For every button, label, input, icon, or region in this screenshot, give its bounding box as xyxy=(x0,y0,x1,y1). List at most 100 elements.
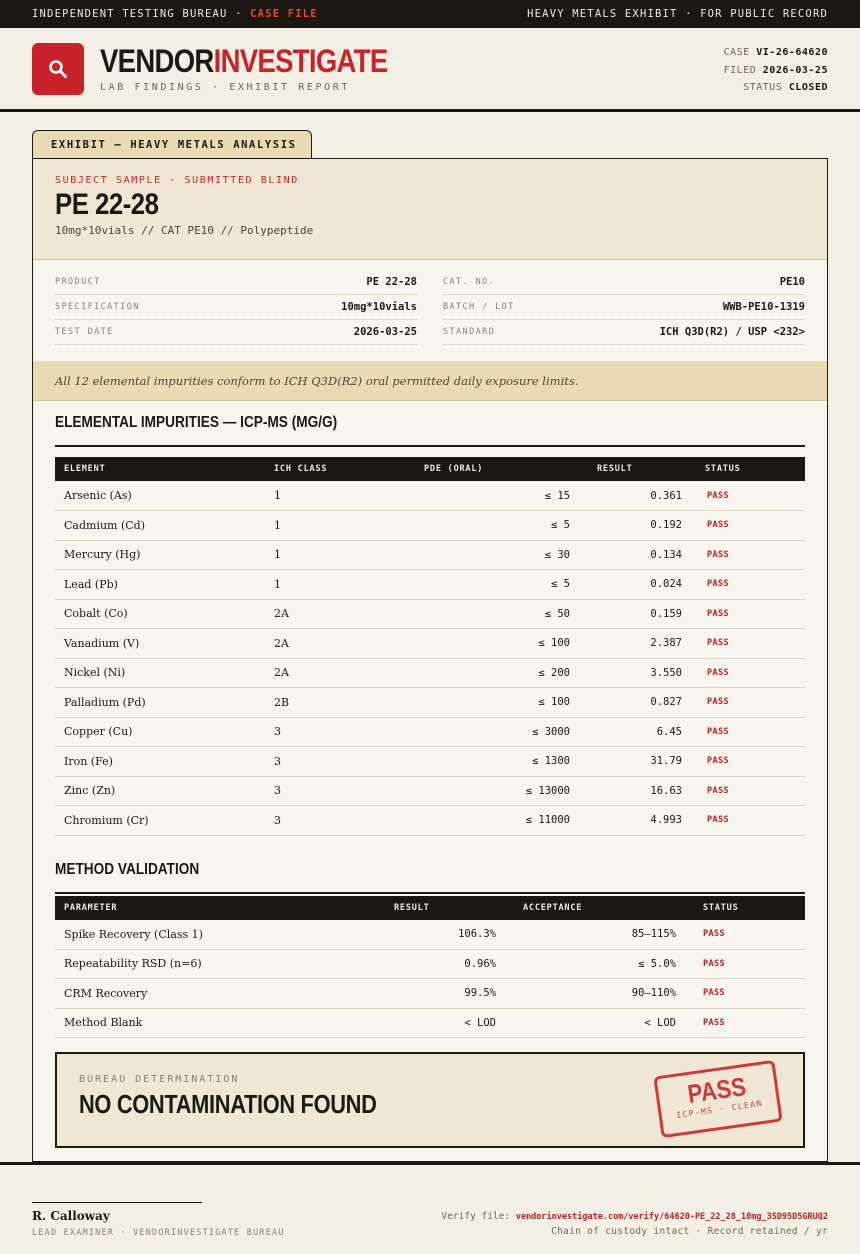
cell-status: PASS xyxy=(685,949,805,979)
determination-verdict: NO CONTAMINATION FOUND xyxy=(79,1089,377,1119)
cell-status: PASS xyxy=(691,717,805,747)
brand-logo xyxy=(32,42,84,95)
cell-element: Lead (Pb) xyxy=(55,569,265,600)
verify-line: Verify file: vendorinvestigate.com/verif… xyxy=(441,1211,828,1222)
cell-result: 0.159 xyxy=(579,599,691,629)
cell-parameter: CRM Recovery xyxy=(55,978,385,1009)
cell-result: 0.96% xyxy=(385,949,505,979)
cell-parameter: Method Blank xyxy=(55,1008,385,1038)
case-status: STATUS CLOSED xyxy=(743,82,828,93)
table-row: CRM Recovery 99.5% 90–110% PASS xyxy=(55,978,805,1009)
magnifier-icon xyxy=(49,59,67,78)
table-row: Nickel (Ni) 2A ≤ 200 3.550 PASS xyxy=(55,658,805,688)
cell-class: 2A xyxy=(265,628,415,659)
cell-element: Copper (Cu) xyxy=(55,717,265,747)
info-column-left: PRODUCT PE 22-28 SPECIFICATION 10mg*10vial… xyxy=(55,270,417,361)
brand-subtitle: LAB FINDINGS · EXHIBIT REPORT xyxy=(100,82,350,93)
col-header: PDE (ORAL) xyxy=(424,464,484,474)
exhibit-tab: EXHIBIT — HEAVY METALS ANALYSIS xyxy=(32,130,312,158)
top-bar-right: HEAVY METALS EXHIBIT · FOR PUBLIC RECORD xyxy=(527,8,828,20)
cell-class: 1 xyxy=(265,540,415,570)
case-number: CASE VI-26-64620 xyxy=(723,47,828,58)
cell-pde: ≤ 200 xyxy=(415,658,579,688)
validation-table: PARAMETER RESULT ACCEPTANCE STATUS Spike… xyxy=(55,895,805,1039)
cell-result: < LOD xyxy=(385,1008,505,1038)
cell-element: Arsenic (As) xyxy=(55,481,265,511)
cell-class: 2B xyxy=(265,687,415,718)
subject-eyebrow: SUBJECT SAMPLE · SUBMITTED BLIND xyxy=(55,175,299,186)
cell-pde: ≤ 3000 xyxy=(415,717,579,747)
cell-acceptance: ≤ 5.0% xyxy=(505,949,685,979)
cell-status: PASS xyxy=(691,481,805,511)
cell-pde: ≤ 5 xyxy=(415,510,579,541)
cell-element: Iron (Fe) xyxy=(55,746,265,777)
cell-status: PASS xyxy=(685,919,805,950)
case-file-label: CASE FILE xyxy=(250,8,318,20)
cell-status: PASS xyxy=(691,687,805,718)
cell-pde: ≤ 15 xyxy=(415,481,579,511)
cell-element: Mercury (Hg) xyxy=(55,540,265,570)
custody-note: Chain of custody intact · Record retaine… xyxy=(551,1226,828,1237)
table-header-row: PARAMETER RESULT ACCEPTANCE STATUS xyxy=(55,895,805,920)
cell-result: 4.993 xyxy=(579,805,691,836)
table-row: Mercury (Hg) 1 ≤ 30 0.134 PASS xyxy=(55,540,805,570)
cell-element: Palladium (Pd) xyxy=(55,687,265,718)
cell-pde: ≤ 1300 xyxy=(415,746,579,777)
validation-title: METHOD VALIDATION xyxy=(55,860,200,878)
cell-status: PASS xyxy=(691,628,805,659)
cell-result: 6.45 xyxy=(579,717,691,747)
cell-class: 3 xyxy=(265,746,415,777)
col-header: ICH CLASS xyxy=(274,464,328,474)
col-header: ACCEPTANCE xyxy=(523,902,583,913)
cell-status: PASS xyxy=(691,746,805,777)
cell-result: 0.361 xyxy=(579,481,691,511)
cell-class: 3 xyxy=(265,776,415,806)
info-grid: PRODUCT PE 22-28 SPECIFICATION 10mg*10vial… xyxy=(33,260,827,361)
table-row: Cobalt (Co) 2A ≤ 50 0.159 PASS xyxy=(55,599,805,629)
brand-name: VENDORINVESTIGATE xyxy=(100,43,388,79)
section-divider xyxy=(55,891,805,894)
cell-class: 2A xyxy=(265,658,415,688)
cell-acceptance: < LOD xyxy=(505,1008,685,1038)
cell-pde: ≤ 50 xyxy=(415,599,579,629)
cell-pde: ≤ 11000 xyxy=(415,805,579,836)
impurities-section: ELEMENTAL IMPURITIES — ICP-MS (ΜG/G) ELE… xyxy=(33,401,827,836)
table-row: Vanadium (V) 2A ≤ 100 2.387 PASS xyxy=(55,628,805,659)
filed-date: FILED 2026-03-25 xyxy=(723,64,828,76)
cell-result: 0.827 xyxy=(579,687,691,718)
verify-link[interactable]: vendorinvestigate.com/verify/64620-PE_22… xyxy=(516,1212,828,1222)
pass-stamp: PASS ICP-MS · CLEAN xyxy=(653,1059,783,1139)
cell-result: 16.63 xyxy=(579,776,691,806)
col-header: ELEMENT xyxy=(64,464,106,474)
info-row: TEST DATE 2026-03-25 xyxy=(55,320,417,345)
cell-element: Chromium (Cr) xyxy=(55,805,265,836)
col-header: PARAMETER xyxy=(64,902,118,913)
footer-divider xyxy=(0,1162,860,1165)
impurities-title: ELEMENTAL IMPURITIES — ICP-MS (ΜG/G) xyxy=(55,414,338,431)
table-row: Arsenic (As) 1 ≤ 15 0.361 PASS xyxy=(55,481,805,511)
cell-class: 3 xyxy=(265,805,415,836)
table-row: Method Blank < LOD < LOD PASS xyxy=(55,1008,805,1038)
page-header: VENDORINVESTIGATE LAB FINDINGS · EXHIBIT… xyxy=(0,28,860,112)
table-row: Iron (Fe) 3 ≤ 1300 31.79 PASS xyxy=(55,746,805,777)
info-row: SPECIFICATION 10mg*10vials xyxy=(55,295,417,320)
validation-section: METHOD VALIDATION PARAMETER RESULT ACCEP… xyxy=(33,848,827,1039)
col-header: RESULT xyxy=(597,464,633,474)
cell-status: PASS xyxy=(691,776,805,806)
cell-pde: ≤ 5 xyxy=(415,569,579,600)
cell-element: Vanadium (V) xyxy=(55,628,265,659)
cell-result: 2.387 xyxy=(579,628,691,659)
cell-result: 0.134 xyxy=(579,540,691,570)
col-header: RESULT xyxy=(394,902,430,913)
info-row: PRODUCT PE 22-28 xyxy=(55,270,417,295)
cell-status: PASS xyxy=(691,540,805,570)
col-header: STATUS xyxy=(705,464,741,474)
cell-result: 3.550 xyxy=(579,658,691,688)
cell-parameter: Repeatability RSD (n=6) xyxy=(55,949,385,979)
cell-result: 31.79 xyxy=(579,746,691,777)
cell-status: PASS xyxy=(691,510,805,541)
determination-box: BUREAU DETERMINATION NO CONTAMINATION FO… xyxy=(55,1052,805,1148)
info-row: CAT. NO. PE10 xyxy=(443,270,805,295)
table-row: Cadmium (Cd) 1 ≤ 5 0.192 PASS xyxy=(55,510,805,541)
section-divider xyxy=(55,445,805,447)
